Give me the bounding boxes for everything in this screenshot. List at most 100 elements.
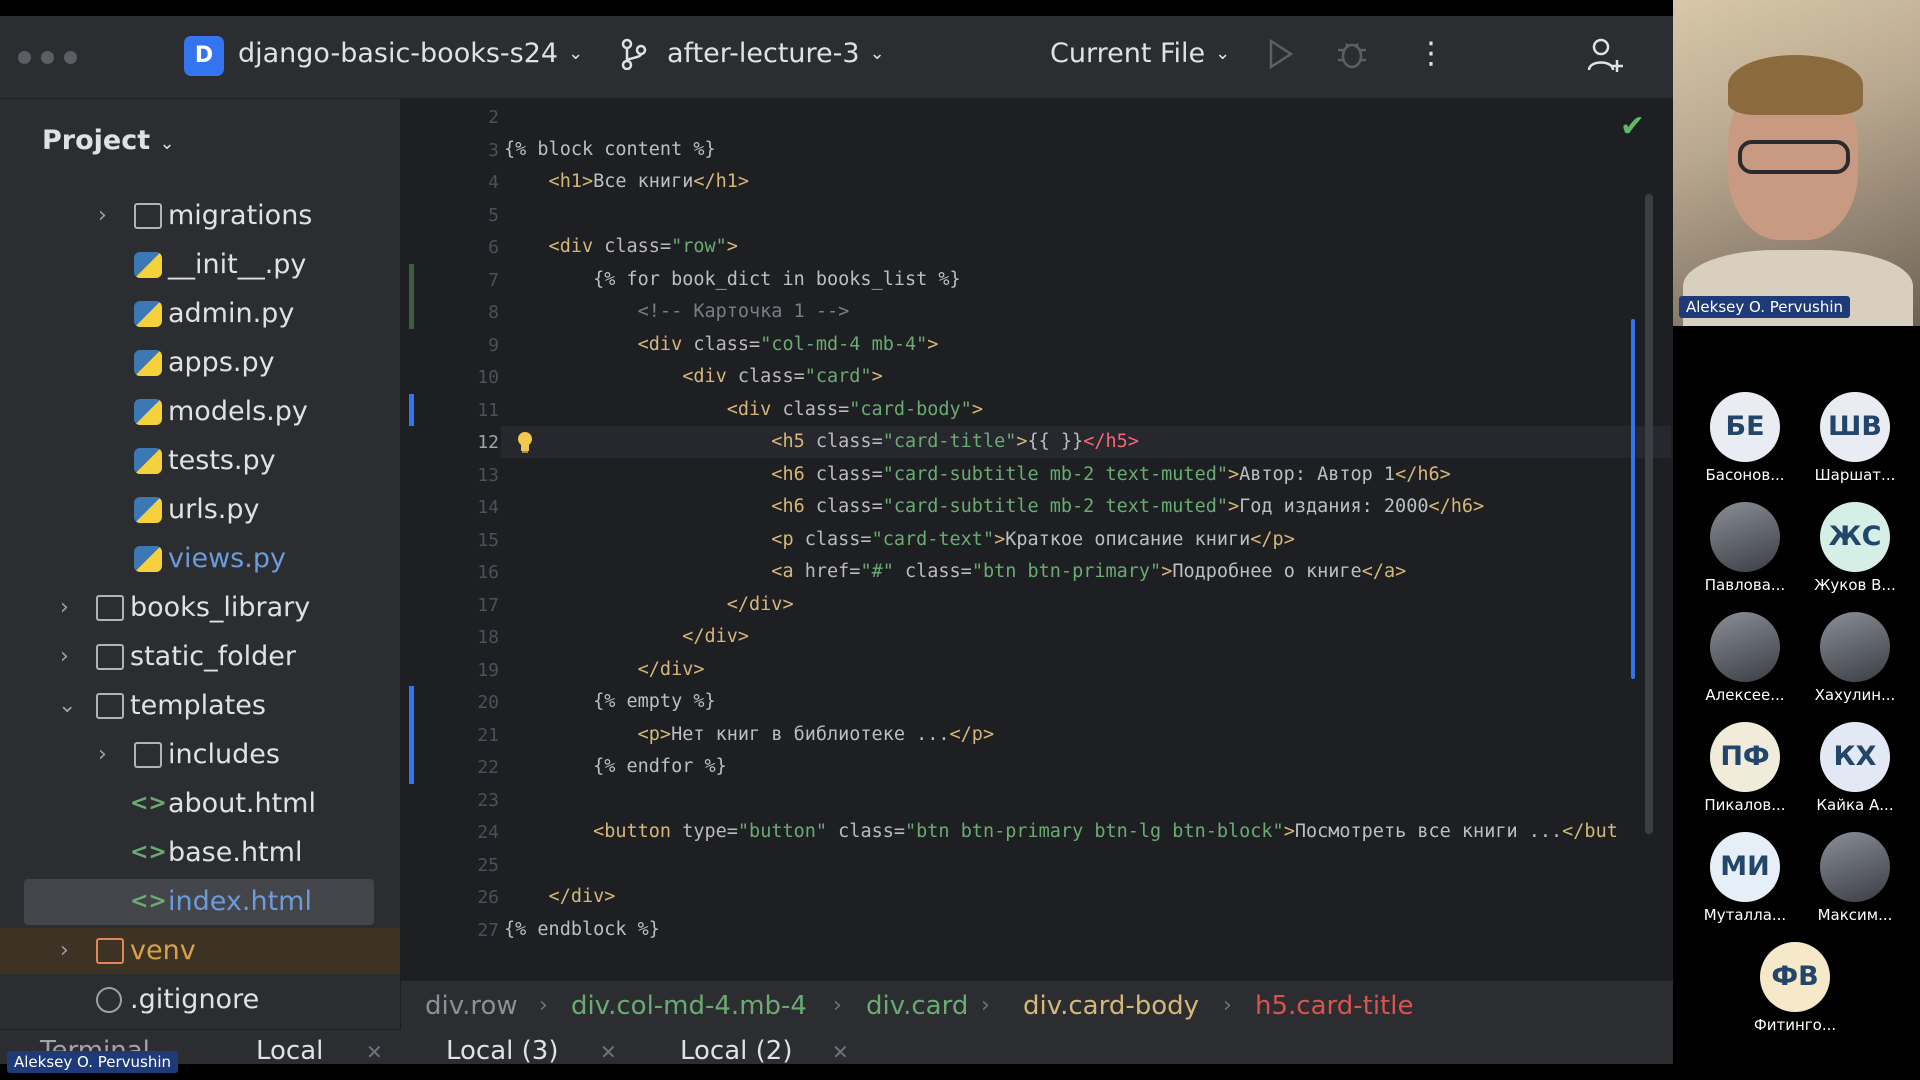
tree-item-templates[interactable]: ⌄ templates xyxy=(0,683,400,729)
code-line[interactable]: </div> xyxy=(504,654,705,686)
project-badge[interactable]: D xyxy=(184,36,224,76)
participant-tile[interactable]: БЕ Басонов... xyxy=(1690,392,1800,484)
participant-tile[interactable]: ЖС Жуков В... xyxy=(1800,502,1910,594)
code-line[interactable]: <p>Нет книг в библиотеке ...</p> xyxy=(504,719,994,751)
participant-name: Фитинго... xyxy=(1753,1016,1837,1034)
tab-local-3[interactable]: Local (3) xyxy=(446,1036,558,1064)
code-token: "card-title" xyxy=(882,431,1017,452)
window-controls[interactable] xyxy=(18,51,77,64)
code-line[interactable]: </div> xyxy=(504,881,616,913)
folder-icon xyxy=(96,693,124,719)
close-icon[interactable]: ✕ xyxy=(600,1040,617,1064)
code-line[interactable]: <div class="card-body"> xyxy=(504,394,983,426)
code-token: class= xyxy=(604,236,672,257)
code-token: <div xyxy=(504,366,738,387)
code-line[interactable]: {% endblock %} xyxy=(504,914,660,946)
tab-label: Local (3) xyxy=(446,1036,559,1064)
tree-item-gitignore[interactable]: .gitignore xyxy=(0,977,400,1023)
chevron-right-icon[interactable]: › xyxy=(98,732,107,778)
code-line[interactable]: {% block content %} xyxy=(504,134,716,166)
tree-item-books-library[interactable]: › books_library xyxy=(0,585,400,631)
tree-item-includes[interactable]: › includes xyxy=(0,732,400,778)
tree-item-init-py[interactable]: __init__.py xyxy=(0,242,400,288)
chevron-down-icon[interactable]: ⌄ xyxy=(58,683,76,729)
tab-local-2[interactable]: Local (2) xyxy=(680,1036,792,1064)
code-token: </p> xyxy=(949,723,995,745)
code-token: > xyxy=(726,236,738,257)
breadcrumb-div-row[interactable]: div.row xyxy=(425,981,518,1031)
code-token: <div xyxy=(504,398,783,420)
debug-icon[interactable] xyxy=(1335,38,1369,78)
code-line[interactable]: {% for book_dict in books_list %} xyxy=(504,264,961,296)
add-user-icon[interactable] xyxy=(1586,36,1624,82)
tree-item-apps-py[interactable]: apps.py xyxy=(0,340,400,386)
participant-tile[interactable]: МИ Муталла... xyxy=(1690,832,1800,924)
tree-item-venv[interactable]: › venv xyxy=(0,928,400,974)
tree-item-about-html[interactable]: <> about.html xyxy=(0,781,400,827)
tree-item-urls-py[interactable]: urls.py xyxy=(0,487,400,533)
code-token: {% block content %} xyxy=(504,138,716,160)
close-icon[interactable]: ✕ xyxy=(832,1040,849,1064)
code-line[interactable]: <p class="card-text">Краткое описание кн… xyxy=(504,524,1295,556)
code-line[interactable]: <h6 class="card-subtitle mb-2 text-muted… xyxy=(504,459,1450,491)
tree-item-static-folder[interactable]: › static_folder xyxy=(0,634,400,680)
vertical-scrollbar[interactable] xyxy=(1645,194,1653,834)
code-line[interactable]: <h1>Все книги</h1> xyxy=(504,166,750,198)
tree-item-migrations[interactable]: › migrations xyxy=(0,193,400,239)
participant-tile[interactable]: ПФ Пикалов... xyxy=(1690,722,1800,814)
code-token: class= xyxy=(893,561,972,582)
code-token: > xyxy=(1227,463,1240,485)
breadcrumb-h5-card-title[interactable]: h5.card-title xyxy=(1255,981,1413,1031)
line-number: 18 xyxy=(477,627,499,648)
participant-name: Павлова... xyxy=(1704,576,1786,594)
code-line[interactable]: <div class="row"> xyxy=(504,231,738,263)
breadcrumb-div-col[interactable]: div.col-md-4.mb-4 xyxy=(571,981,807,1031)
chevron-right-icon[interactable]: › xyxy=(60,634,69,680)
participant-tile[interactable]: КХ Кайка А... xyxy=(1800,722,1910,814)
tree-item-admin-py[interactable]: admin.py xyxy=(0,291,400,337)
tree-item-label: migrations xyxy=(168,200,313,231)
code-line[interactable]: <div class="card"> xyxy=(504,361,883,393)
code-token: {% empty %} xyxy=(504,691,716,712)
participant-tile[interactable]: Хахулин... xyxy=(1800,612,1910,704)
participant-tile[interactable]: Максим... xyxy=(1800,832,1910,924)
code-line[interactable]: </div> xyxy=(504,621,749,653)
tree-item-base-html[interactable]: <> base.html xyxy=(0,830,400,876)
code-token: class= xyxy=(815,431,883,452)
tree-item-index-html[interactable]: <> index.html xyxy=(24,879,374,925)
chevron-right-icon[interactable]: › xyxy=(98,193,107,239)
close-icon[interactable]: ✕ xyxy=(366,1040,383,1064)
tree-item-models-py[interactable]: models.py xyxy=(0,389,400,435)
run-config-selector[interactable]: Current File ⌄ xyxy=(1050,38,1230,69)
tree-item-views-py[interactable]: views.py xyxy=(0,536,400,582)
avatar: ФВ xyxy=(1760,942,1830,1012)
line-number: 23 xyxy=(477,789,499,811)
code-token: <h5 xyxy=(504,431,816,452)
chevron-right-icon[interactable]: › xyxy=(60,585,69,631)
more-options-icon[interactable]: ⋮ xyxy=(1416,36,1446,71)
chevron-right-icon[interactable]: › xyxy=(60,928,69,974)
code-editor[interactable]: 2 3 4 5 6 7 8 9 10 11 12 13 14 15 16 17 18 19 20 21 22 23 24 25… xyxy=(401,99,1673,979)
code-line[interactable]: <h6 class="card-subtitle mb-2 text-muted… xyxy=(504,491,1484,523)
code-line[interactable]: </div> xyxy=(504,589,794,621)
breadcrumb-div-card[interactable]: div.card xyxy=(866,981,968,1031)
project-panel-header[interactable]: Project ⌄ xyxy=(42,125,175,156)
run-icon[interactable] xyxy=(1268,38,1294,78)
branch-selector[interactable]: after-lecture-3 ⌄ xyxy=(667,38,885,69)
tab-local[interactable]: Local xyxy=(256,1036,323,1064)
tree-item-tests-py[interactable]: tests.py xyxy=(0,438,400,484)
participant-tile[interactable]: ФВ Фитинго... xyxy=(1740,942,1850,1034)
code-line[interactable]: {% empty %} xyxy=(504,686,716,718)
code-line[interactable]: <div class="col-md-4 mb-4"> xyxy=(504,329,939,361)
avatar: КХ xyxy=(1820,722,1890,792)
participant-tile[interactable]: Алексее... xyxy=(1690,612,1800,704)
code-line[interactable]: <h5 class="card-title">{{ }}</h5> xyxy=(504,426,1139,458)
breadcrumb-div-card-body[interactable]: div.card-body xyxy=(1023,981,1199,1031)
participant-tile[interactable]: ШВ Шаршат... xyxy=(1800,392,1910,484)
participant-tile[interactable]: Павлова... xyxy=(1690,502,1800,594)
code-line[interactable]: <a href="#" class="btn btn-primary">Подр… xyxy=(504,556,1406,588)
code-line[interactable]: <!-- Карточка 1 --> xyxy=(504,296,850,328)
code-line[interactable]: <button type="button" class="btn btn-pri… xyxy=(504,816,1618,848)
project-selector[interactable]: django-basic-books-s24 ⌄ xyxy=(238,38,583,69)
code-line[interactable]: {% endfor %} xyxy=(504,751,727,783)
